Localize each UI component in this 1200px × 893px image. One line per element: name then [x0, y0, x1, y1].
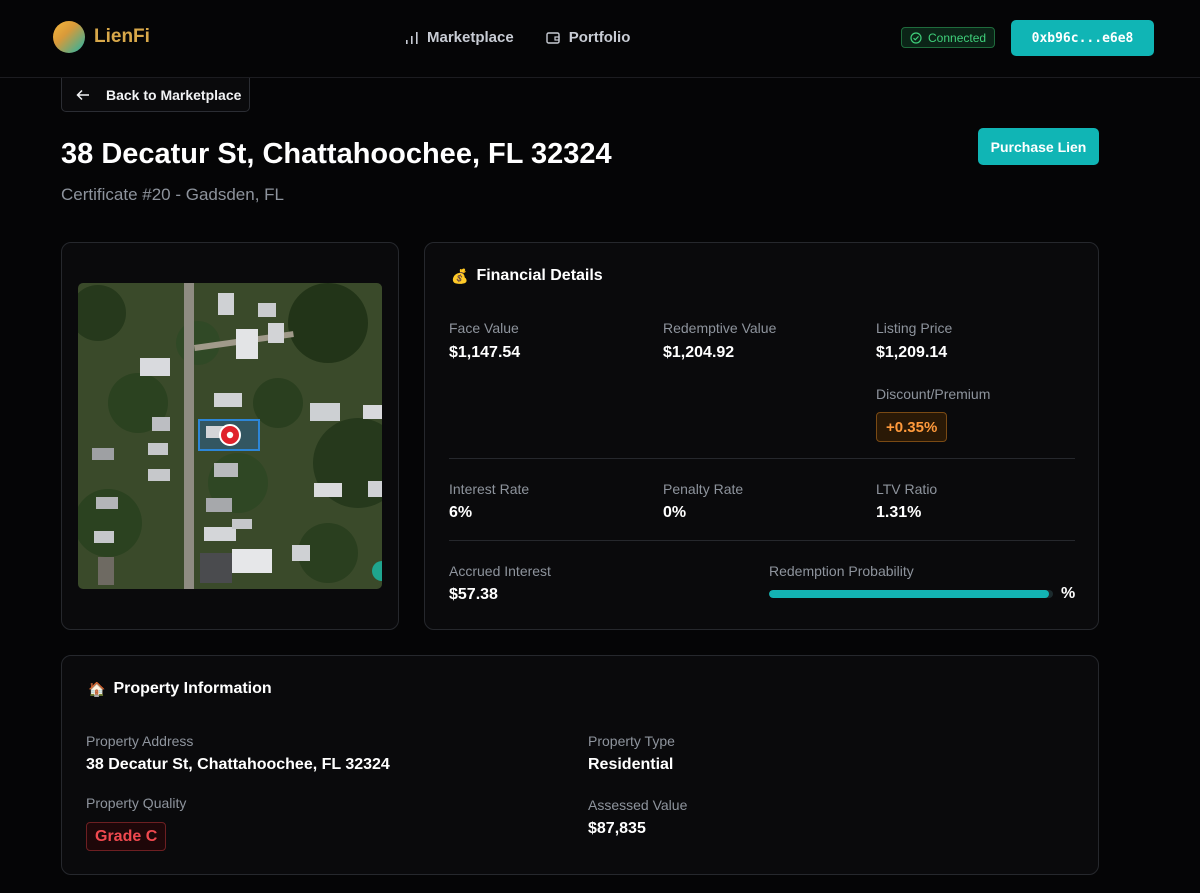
interest-rate: 6%: [449, 504, 473, 521]
divider: [449, 540, 1075, 541]
accrued-interest-label: Accrued Interest: [449, 563, 551, 579]
redemption-probability-label: Redemption Probability: [769, 563, 914, 579]
property-type: Residential: [588, 756, 674, 773]
discount-premium-label: Discount/Premium: [876, 386, 991, 402]
satellite-map-image: [78, 283, 382, 589]
top-navigation-bar: LienFi Marketplace Portfolio Connected 0…: [0, 0, 1200, 78]
divider: [449, 458, 1075, 459]
property-quality-badge: Grade C: [86, 822, 167, 851]
listing-price-label: Listing Price: [876, 320, 953, 336]
property-address: 38 Decatur St, Chattahoochee, FL 32324: [86, 756, 390, 773]
face-value-label: Face Value: [449, 320, 519, 336]
main-nav: Marketplace Portfolio: [405, 29, 630, 46]
property-quality-label: Property Quality: [86, 795, 187, 811]
logo-mark-icon: [53, 21, 85, 53]
property-information-card: 🏠 Property Information Property Address …: [61, 655, 1099, 875]
assessed-value-label: Assessed Value: [588, 797, 688, 813]
property-address-label: Property Address: [86, 733, 194, 749]
penalty-rate-label: Penalty Rate: [663, 481, 744, 497]
page-title: 38 Decatur St, Chattahoochee, FL 32324: [61, 138, 612, 170]
financial-details-title: Financial Details: [476, 267, 603, 284]
property-information-heading: 🏠 Property Information: [88, 680, 272, 698]
face-value: $1,147.54: [449, 344, 521, 361]
listing-price: $1,209.14: [876, 344, 948, 361]
back-label: Back to Marketplace: [106, 86, 242, 103]
financial-details-heading: 💰 Financial Details: [451, 267, 603, 285]
assessed-value: $87,835: [588, 820, 646, 837]
interest-rate-label: Interest Rate: [449, 481, 530, 497]
nav-item-portfolio[interactable]: Portfolio: [546, 29, 631, 46]
money-bag-icon: 💰: [451, 267, 469, 284]
redemption-probability-fill: [769, 590, 1049, 598]
ltv-ratio: 1.31%: [876, 504, 922, 521]
property-information-title: Property Information: [113, 680, 272, 697]
logo[interactable]: LienFi: [53, 21, 150, 53]
check-circle-icon: [910, 31, 922, 44]
arrow-left-icon: [76, 89, 89, 100]
nav-label: Marketplace: [427, 29, 514, 46]
nav-label: Portfolio: [568, 29, 631, 46]
redemptive-value: $1,204.92: [663, 344, 735, 361]
connection-status-label: Connected: [928, 30, 987, 45]
purchase-lien-button[interactable]: Purchase Lien: [978, 128, 1099, 165]
house-icon: 🏠: [88, 680, 106, 697]
wallet-address-button[interactable]: 0xb96c...e6e8: [1011, 20, 1154, 56]
redemption-probability-bar: [769, 590, 1053, 598]
redemptive-value-label: Redemptive Value: [663, 320, 777, 336]
ltv-ratio-label: LTV Ratio: [876, 481, 938, 497]
nav-item-marketplace[interactable]: Marketplace: [405, 29, 514, 46]
bar-chart-icon: [406, 31, 418, 44]
logo-text: LienFi: [94, 26, 150, 47]
discount-premium-badge: +0.35%: [876, 412, 948, 442]
page-subtitle: Certificate #20 - Gadsden, FL: [61, 185, 285, 204]
connection-status-badge: Connected: [901, 27, 996, 48]
wallet-icon: [546, 31, 560, 44]
financial-details-card: 💰 Financial Details Face Value $1,147.54…: [424, 242, 1099, 630]
property-image-card: [61, 242, 399, 630]
penalty-rate: 0%: [663, 504, 687, 521]
property-type-label: Property Type: [588, 733, 675, 749]
redemption-probability-value: %: [1061, 585, 1076, 602]
accrued-interest: $57.38: [449, 586, 498, 603]
back-to-marketplace-button[interactable]: Back to Marketplace: [61, 78, 250, 112]
